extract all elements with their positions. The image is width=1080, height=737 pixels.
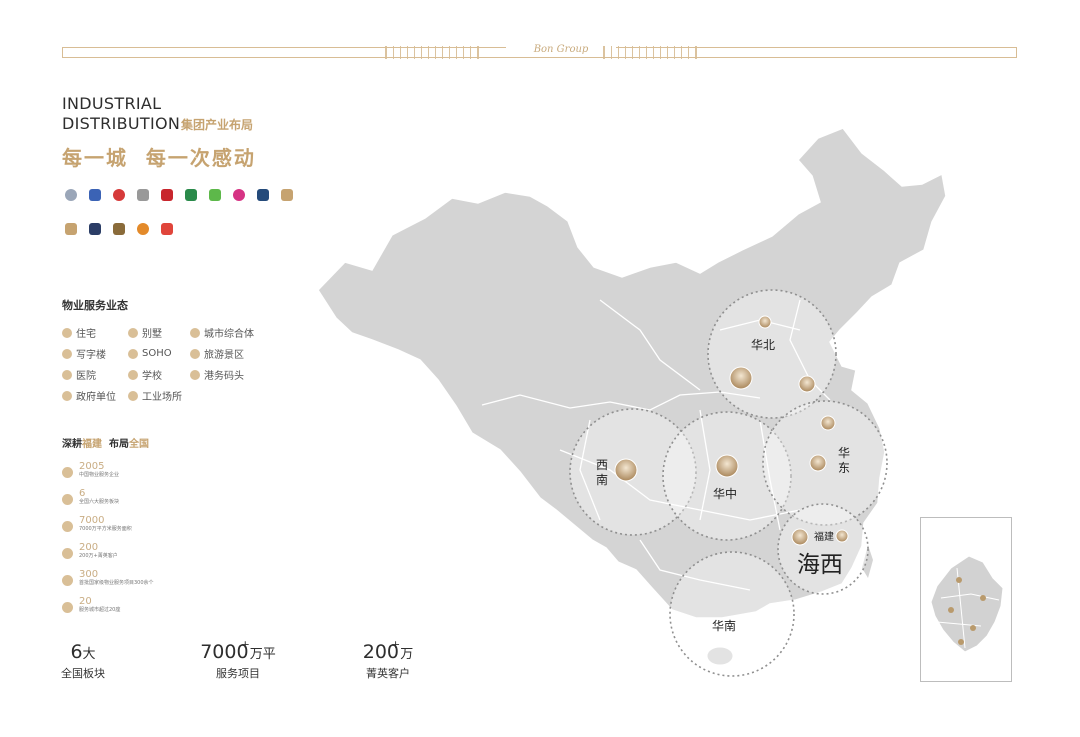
portrait-pin-icon <box>758 315 772 329</box>
region-label-fujian: 福建 <box>814 530 834 543</box>
region-circle-haixi <box>777 503 869 595</box>
portrait-pin-icon <box>798 375 816 393</box>
fujian-shape <box>930 555 1004 653</box>
fujian-pin-icon <box>956 577 962 583</box>
region-label-huabei: 华北 <box>751 338 775 352</box>
fujian-pin-icon <box>970 625 976 631</box>
fujian-inset-svg <box>930 555 1004 653</box>
china-mainland <box>317 127 947 666</box>
portrait-pin-icon <box>835 529 849 543</box>
portrait-pin-icon <box>791 528 809 546</box>
region-label-huazhong: 华中 <box>713 486 737 501</box>
region-label-huadong-1: 华 <box>838 446 850 460</box>
region-label-huadong-2: 东 <box>838 461 850 475</box>
region-label-xinan-2: 南 <box>596 472 608 487</box>
fujian-pin-icon <box>958 639 964 645</box>
fujian-pin-icon <box>948 607 954 613</box>
region-circle-huabei <box>707 289 837 419</box>
fujian-pin-icon <box>980 595 986 601</box>
portrait-pin-icon <box>715 454 739 478</box>
fujian-inset-map <box>920 517 1012 682</box>
china-map: 华北 西 南 华中 华 东 福建 海西 华南 <box>317 127 947 677</box>
portrait-pin-icon <box>820 415 836 431</box>
region-label-huanan: 华南 <box>712 618 736 633</box>
portrait-pin-icon <box>729 366 753 390</box>
region-label-haixi: 海西 <box>797 552 843 578</box>
region-label-xinan-1: 西 <box>596 458 608 472</box>
portrait-pin-icon <box>809 454 827 472</box>
region-circle-huanan <box>669 551 795 677</box>
portrait-pin-icon <box>614 458 638 482</box>
